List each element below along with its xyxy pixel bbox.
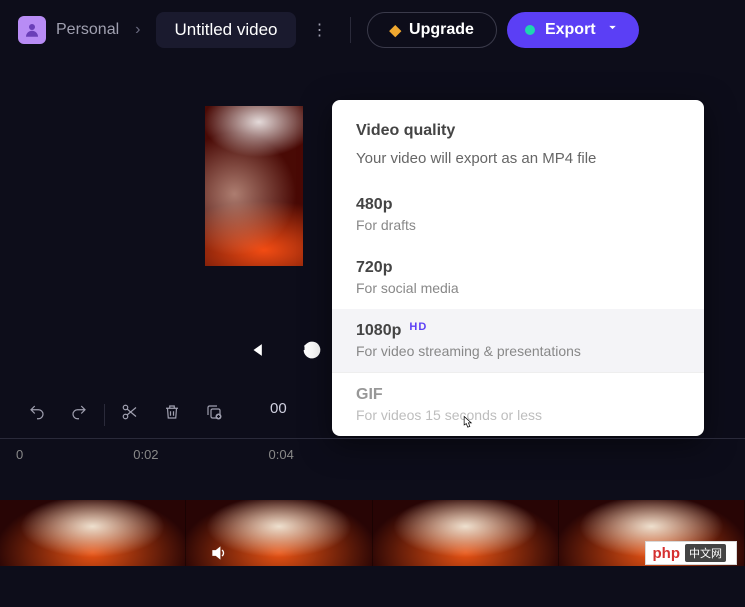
option-desc: For drafts [356,217,680,233]
quality-option-gif[interactable]: GIF For videos 15 seconds or less [332,373,704,436]
diamond-icon: ◆ [390,21,402,39]
hd-badge: HD [409,321,427,333]
workspace-name[interactable]: Personal [56,21,119,39]
timeline-video-track[interactable] [0,500,745,566]
dropdown-subtitle: Your video will export as an MP4 file [332,150,704,183]
badge-cn: 中文网 [685,544,726,562]
undo-button[interactable] [16,395,58,434]
timeline-ruler[interactable]: 0 0:02 0:04 [0,438,745,470]
option-desc: For video streaming & presentations [356,343,680,359]
redo-button[interactable] [58,395,100,434]
timeline-current-time: 00 [270,400,287,417]
video-title[interactable]: Untitled video [156,12,295,48]
export-button[interactable]: Export [507,12,639,48]
export-quality-dropdown: Video quality Your video will export as … [332,100,704,436]
editor-toolbar [0,395,235,434]
divider [350,17,351,43]
refresh-icon[interactable] [302,340,322,365]
option-label: GIF [356,386,383,404]
volume-icon[interactable] [210,544,228,567]
timeline-tick: 0:02 [133,447,158,462]
divider [104,404,105,426]
delete-button[interactable] [151,395,193,434]
option-label: 1080p [356,322,401,340]
option-desc: For videos 15 seconds or less [356,407,680,423]
option-desc: For social media [356,280,680,296]
quality-option-1080p[interactable]: 1080p HD For video streaming & presentat… [332,309,704,372]
timeline-tick: 0:04 [269,447,294,462]
person-icon [23,21,41,39]
video-preview [205,106,303,266]
clip-thumbnail [373,500,559,566]
timeline-tick: 0 [16,447,23,462]
quality-option-480p[interactable]: 480p For drafts [332,183,704,246]
more-menu-button[interactable]: ⋮ [306,20,334,40]
duplicate-button[interactable] [193,395,235,434]
watermark-badge: php 中文网 [645,541,738,565]
export-label: Export [545,21,596,39]
quality-option-720p[interactable]: 720p For social media [332,246,704,309]
option-label: 480p [356,196,392,214]
upgrade-label: Upgrade [409,21,474,39]
chevron-right-icon: › [129,21,146,39]
dropdown-title: Video quality [332,122,704,150]
chevron-down-icon [606,21,619,39]
badge-text: php [653,545,681,562]
option-label: 720p [356,259,392,277]
upgrade-button[interactable]: ◆ Upgrade [367,12,497,48]
clip-thumbnail [0,500,186,566]
status-dot-icon [525,25,535,35]
workspace-avatar[interactable] [18,16,46,44]
split-button[interactable] [109,395,151,434]
prev-button[interactable] [246,340,266,365]
